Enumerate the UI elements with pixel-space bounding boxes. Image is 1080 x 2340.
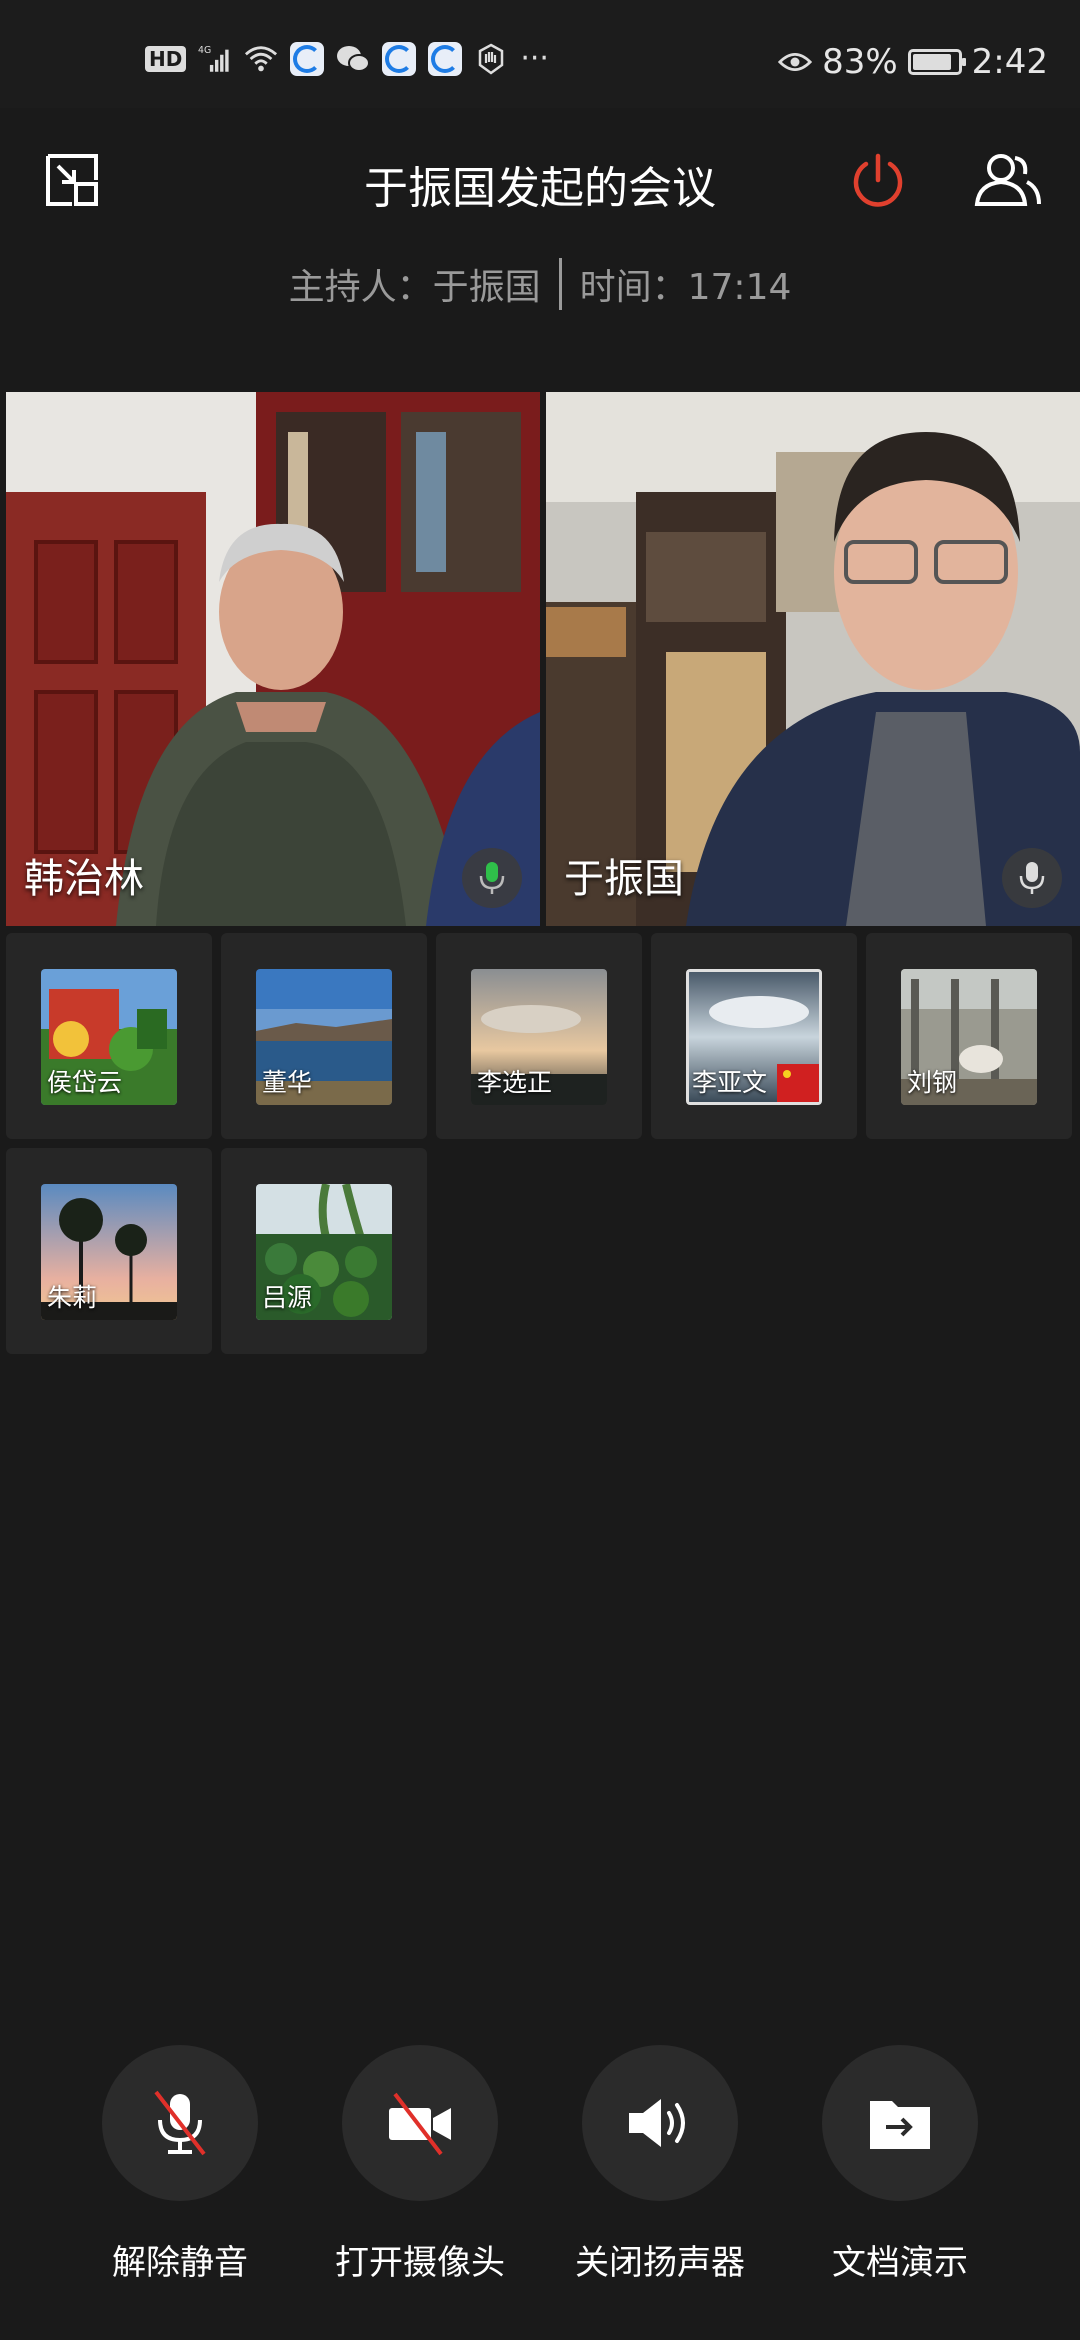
participant-tile[interactable]: 董华 — [221, 933, 427, 1139]
video-tile[interactable]: 于振国 — [546, 392, 1080, 926]
participant-tile[interactable]: 刘钢 — [866, 933, 1072, 1139]
participant-name: 于振国 — [564, 856, 684, 902]
speaker-icon — [629, 2099, 685, 2147]
status-bar: HD 4G ··· 83% 2:42 — [0, 0, 1080, 108]
meeting-title: 于振国发起的会议 — [364, 163, 716, 214]
participant-tile[interactable]: 李亚文 — [651, 933, 857, 1139]
speaker-off-button-circle[interactable] — [582, 2045, 738, 2201]
app-notification-icon — [382, 42, 417, 76]
network-type-label: 4G — [198, 45, 211, 56]
mic-icon — [1002, 848, 1062, 908]
meeting-info: 主持人：于振国 时间：17:14 — [0, 258, 1080, 310]
speaker-off-button[interactable]: 关闭扬声器 — [575, 2045, 745, 2284]
participant-name: 韩治林 — [24, 856, 144, 902]
participant-tile[interactable]: 朱莉 — [6, 1148, 212, 1354]
signal-icon: 4G — [198, 42, 232, 76]
battery-icon — [907, 49, 966, 75]
wechat-icon — [336, 42, 371, 76]
info-divider — [558, 258, 562, 310]
participant-name: 侯岱云 — [47, 1068, 123, 1097]
participant-tile[interactable]: 吕源 — [221, 1148, 427, 1354]
end-meeting-button[interactable] — [838, 140, 918, 220]
participant-tile[interactable]: 李选正 — [436, 933, 642, 1139]
share-document-button[interactable]: 文档演示 — [822, 2045, 978, 2284]
meeting-header: 于振国发起的会议 主持人：于振国 时间：17:14 — [0, 108, 1080, 358]
share-document-label: 文档演示 — [832, 2243, 968, 2283]
mic-active-icon — [462, 848, 522, 908]
unmute-label: 解除静音 — [112, 2243, 248, 2283]
host-label: 主持人：于振国 — [288, 267, 541, 308]
participant-name: 李选正 — [477, 1068, 553, 1097]
participant-tile[interactable]: 侯岱云 — [6, 933, 212, 1139]
participants-icon — [974, 154, 1041, 206]
camera-on-label: 打开摄像头 — [335, 2243, 505, 2283]
china-flag-icon — [777, 1064, 819, 1102]
power-icon — [853, 153, 903, 207]
status-icons-right: 83% 2:42 — [778, 42, 1048, 82]
status-icons-left: HD 4G ··· — [145, 42, 549, 76]
participants-button[interactable] — [968, 140, 1048, 220]
participant-name: 刘钢 — [907, 1068, 958, 1097]
camera-on-button[interactable]: 打开摄像头 — [335, 2045, 505, 2284]
share-document-button-circle[interactable] — [822, 2045, 978, 2201]
mic-muted-icon — [154, 2090, 206, 2156]
hand-icon — [474, 42, 508, 76]
camera-on-button-circle[interactable] — [342, 2045, 498, 2201]
participant-name: 吕源 — [262, 1283, 313, 1312]
app-notification-icon — [290, 42, 325, 76]
share-document-icon — [870, 2101, 930, 2149]
unmute-button-circle[interactable] — [102, 2045, 258, 2201]
unmute-button[interactable]: 解除静音 — [102, 2045, 258, 2284]
speaker-off-label: 关闭扬声器 — [575, 2243, 745, 2283]
participant-name: 董华 — [262, 1068, 313, 1097]
wifi-icon — [244, 42, 278, 76]
meeting-time: 时间：17:14 — [579, 267, 792, 308]
eye-comfort-icon — [778, 45, 813, 79]
clock: 2:42 — [971, 42, 1048, 82]
app-notification-icon — [428, 42, 463, 76]
more-notifications-icon: ··· — [520, 41, 549, 76]
battery-percent: 83% — [822, 42, 898, 82]
camera-off-icon — [389, 2092, 451, 2156]
hd-icon: HD — [145, 46, 187, 72]
participant-name: 李亚文 — [692, 1068, 768, 1097]
participant-name: 朱莉 — [47, 1283, 98, 1312]
video-tile[interactable]: 韩治林 — [6, 392, 540, 926]
